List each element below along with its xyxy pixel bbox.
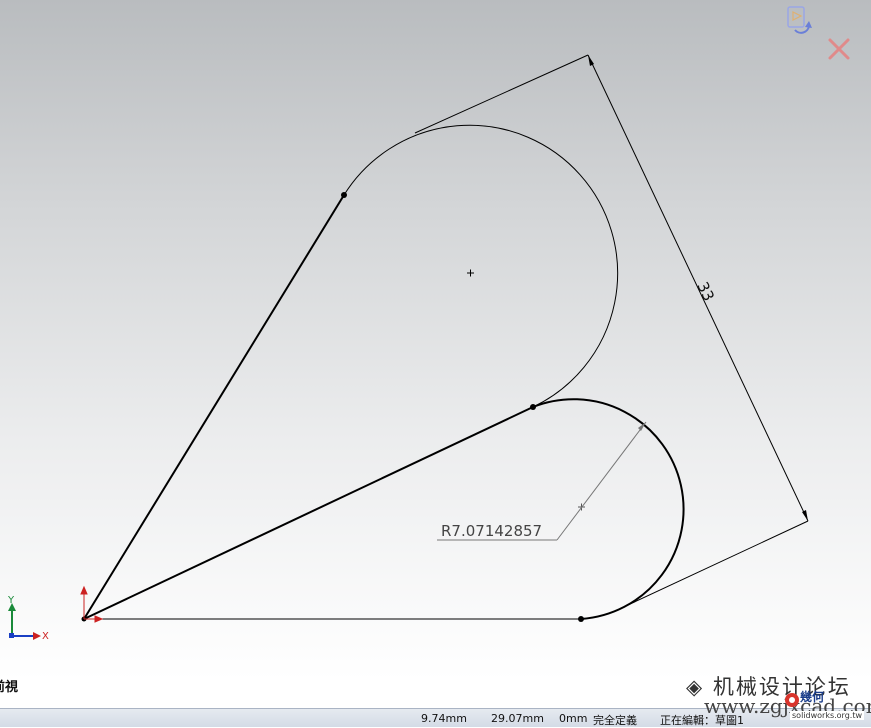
dimension-extension-bottom [627, 520, 809, 606]
dimension-arrow-top [588, 55, 594, 66]
arc-center-large[interactable] [467, 269, 474, 277]
sketch-arc-large[interactable] [343, 124, 619, 408]
watermark-logo-icon: ◈ [686, 675, 705, 699]
dimension-arrow-bottom [802, 510, 808, 521]
status-y-coordinate: 29.07mm [491, 712, 544, 725]
sketch-point[interactable] [530, 404, 536, 410]
sketch-cancel-icon[interactable] [826, 36, 852, 62]
triad-y-label: Y [7, 595, 15, 606]
status-z-coordinate: 0mm [559, 712, 588, 725]
site-logo-text: 幾何 [800, 690, 825, 704]
sketch-line-left[interactable] [83, 194, 345, 620]
sketch-line-middle[interactable] [83, 406, 534, 620]
distance-dimension-value[interactable]: 33 [693, 279, 717, 304]
sketch-point[interactable] [578, 616, 584, 622]
sketch-point[interactable] [341, 192, 347, 198]
status-x-coordinate: 9.74mm [421, 712, 467, 725]
radius-leader-line [556, 421, 647, 541]
view-orientation-label: 前視 [0, 680, 19, 695]
origin-icon [80, 585, 104, 623]
site-logo-url: solidworks.org.tw [790, 711, 864, 720]
dimension-extension-top [414, 54, 589, 134]
coordinate-triad-icon [8, 603, 41, 640]
radius-dimension-value[interactable]: R7.07142857 [441, 522, 542, 540]
graphics-area[interactable]: 33 R7.07142857 Y X [0, 0, 871, 680]
triad-x-label: X [42, 631, 49, 642]
sketch-canvas[interactable]: 33 R7.07142857 Y X [0, 0, 871, 680]
sketch-exit-icon[interactable] [785, 4, 815, 38]
sketch-arc-small[interactable] [532, 398, 685, 620]
